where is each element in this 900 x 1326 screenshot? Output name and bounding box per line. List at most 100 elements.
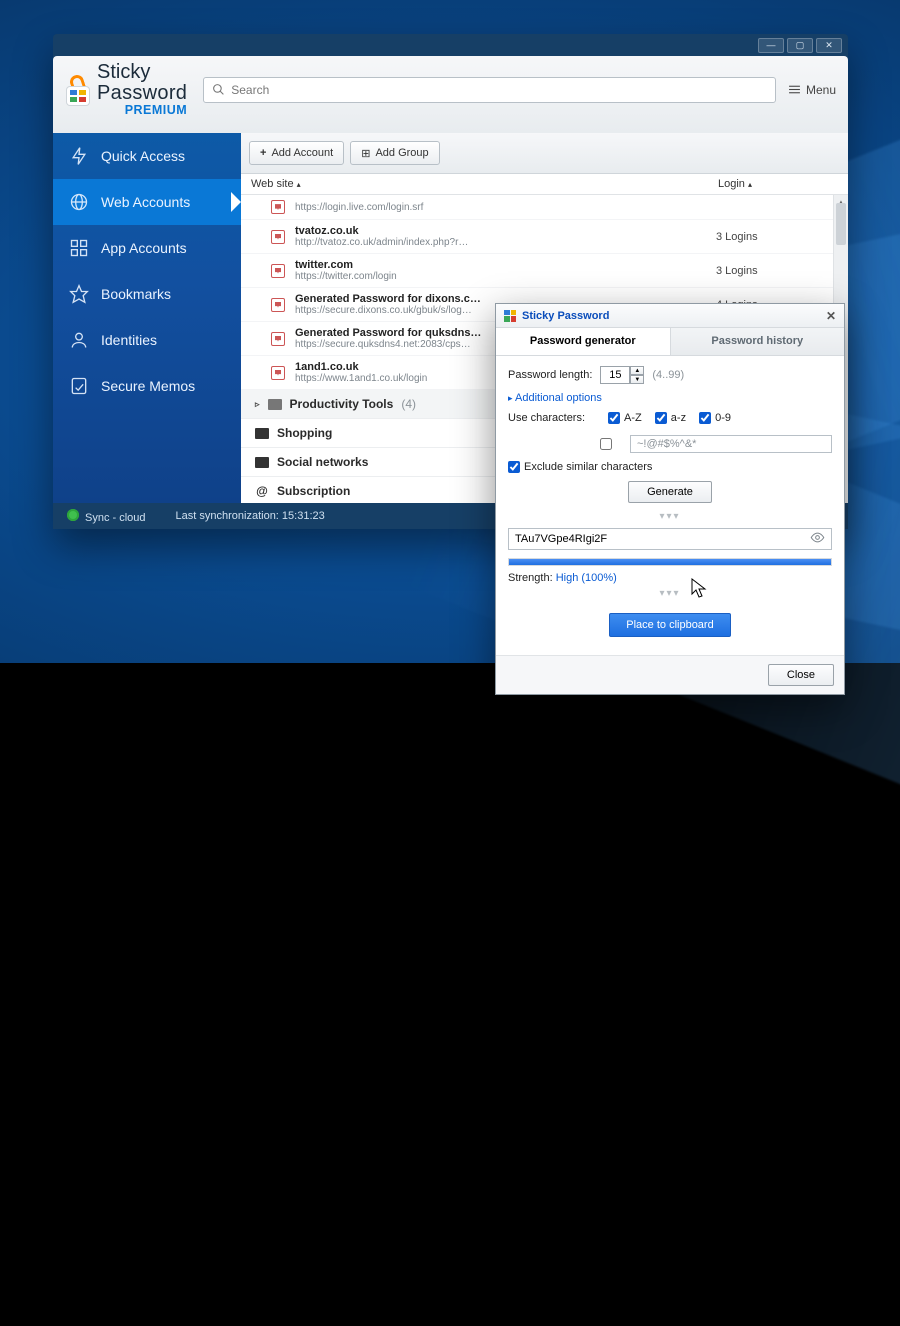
account-title: twitter.com: [295, 259, 706, 271]
divider-chevrons-icon: ▾▾▾: [508, 511, 832, 522]
checkbox-uppercase[interactable]: A-Z: [608, 412, 642, 424]
password-length-spinner[interactable]: ▲▼: [600, 366, 644, 384]
close-button[interactable]: Close: [768, 664, 834, 686]
column-website[interactable]: Web site ▴: [251, 178, 718, 190]
sidebar-item-label: Bookmarks: [101, 286, 171, 302]
add-group-button[interactable]: ⊞Add Group: [350, 141, 439, 165]
plus-icon: +: [260, 147, 266, 159]
account-row[interactable]: tvatoz.co.ukhttp://tvatoz.co.uk/admin/in…: [241, 220, 848, 254]
strength-text: Strength: High (100%): [508, 572, 832, 584]
sidebar-item-bookmarks[interactable]: Bookmarks: [53, 271, 241, 317]
eye-icon: [810, 530, 825, 545]
divider-chevrons-icon: ▾▾▾: [508, 588, 832, 599]
group-label: Shopping: [277, 426, 332, 440]
group-label: Social networks: [277, 455, 368, 469]
column-login[interactable]: Login ▴: [718, 178, 838, 190]
login-count: 3 Logins: [716, 265, 836, 277]
strength-meter: [508, 558, 832, 566]
at-icon: @: [255, 484, 269, 498]
sidebar-item-label: Web Accounts: [101, 194, 190, 210]
favicon: [271, 264, 285, 278]
list-header: Web site ▴ Login ▴: [241, 174, 848, 195]
account-url: https://twitter.com/login: [295, 271, 706, 282]
sidebar-item-label: Identities: [101, 332, 157, 348]
menu-label: Menu: [806, 83, 836, 97]
spin-down-button[interactable]: ▼: [630, 375, 644, 384]
globe-icon: [69, 192, 89, 212]
window-minimize-button[interactable]: —: [758, 38, 784, 53]
social-icon: [255, 457, 269, 468]
group-label: Productivity Tools: [290, 397, 394, 411]
sidebar-item-quick-access[interactable]: Quick Access: [53, 133, 241, 179]
place-to-clipboard-button[interactable]: Place to clipboard: [609, 613, 730, 637]
spin-up-button[interactable]: ▲: [630, 366, 644, 375]
sidebar: Quick Access Web Accounts App Accounts B…: [53, 133, 241, 503]
checkbox-exclude-similar[interactable]: Exclude similar characters: [508, 461, 652, 473]
favicon: [271, 230, 285, 244]
symbols-sample-input[interactable]: [630, 435, 832, 453]
sidebar-item-web-accounts[interactable]: Web Accounts: [53, 179, 241, 225]
password-generator-dialog: Sticky Password ✕ Password generator Pas…: [495, 303, 845, 695]
sync-status: Sync - cloud: [67, 509, 146, 524]
tab-password-generator[interactable]: Password generator: [496, 328, 670, 355]
sidebar-item-label: Quick Access: [101, 148, 185, 164]
account-title: tvatoz.co.uk: [295, 225, 706, 237]
password-length-label: Password length:: [508, 369, 592, 381]
menu-button[interactable]: Menu: [788, 83, 836, 97]
login-count: 3 Logins: [716, 231, 836, 243]
additional-options-toggle[interactable]: Additional options: [508, 392, 602, 404]
dialog-title: Sticky Password: [522, 310, 609, 322]
brand-premium-badge: PREMIUM: [97, 104, 187, 117]
star-icon: [69, 284, 89, 304]
chevron-right-icon: ▹: [255, 399, 260, 410]
search-placeholder: Search: [231, 83, 269, 97]
menu-icon: [788, 84, 801, 95]
sidebar-item-label: App Accounts: [101, 240, 187, 256]
search-input[interactable]: Search: [203, 77, 776, 103]
lock-icon: [67, 75, 89, 105]
checkbox-symbols[interactable]: [600, 438, 612, 450]
grid-icon: [69, 238, 89, 258]
dialog-close-button[interactable]: ✕: [826, 309, 836, 323]
scroll-thumb[interactable]: [836, 203, 846, 245]
tab-password-history[interactable]: Password history: [670, 328, 845, 355]
sidebar-item-app-accounts[interactable]: App Accounts: [53, 225, 241, 271]
favicon: [271, 200, 285, 214]
account-url: https://login.live.com/login.srf: [295, 202, 706, 213]
generate-button[interactable]: Generate: [628, 481, 712, 503]
favicon: [271, 332, 285, 346]
favicon: [271, 298, 285, 312]
account-row[interactable]: https://login.live.com/login.srf: [241, 195, 848, 220]
bolt-icon: [69, 146, 89, 166]
sync-indicator-icon: [67, 509, 79, 521]
app-icon: [504, 310, 516, 322]
password-length-hint: (4..99): [652, 369, 684, 381]
reveal-password-button[interactable]: [810, 530, 825, 548]
account-url: http://tvatoz.co.uk/admin/index.php?r…: [295, 237, 706, 248]
folder-icon: [268, 399, 282, 410]
window-titlebar: — ▢ ✕: [53, 34, 848, 56]
window-maximize-button[interactable]: ▢: [787, 38, 813, 53]
dialog-titlebar: Sticky Password ✕: [496, 304, 844, 328]
brand-line1: Sticky: [97, 62, 187, 83]
content-toolbar: +Add Account ⊞Add Group: [241, 133, 848, 174]
shopping-icon: [255, 428, 269, 439]
password-length-input[interactable]: [600, 366, 630, 384]
sidebar-item-identities[interactable]: Identities: [53, 317, 241, 363]
brand-logo: Sticky Password PREMIUM: [67, 62, 187, 117]
window-close-button[interactable]: ✕: [816, 38, 842, 53]
sidebar-item-label: Secure Memos: [101, 378, 195, 394]
account-row[interactable]: twitter.comhttps://twitter.com/login 3 Lo…: [241, 254, 848, 288]
favicon: [271, 366, 285, 380]
grid4-icon: ⊞: [361, 147, 370, 160]
person-icon: [69, 330, 89, 350]
use-characters-label: Use characters:: [508, 412, 600, 424]
checkbox-lowercase[interactable]: a-z: [655, 412, 686, 424]
generated-password-field[interactable]: [515, 533, 810, 545]
group-label: Subscription: [277, 484, 350, 498]
brand-line2: Password: [97, 83, 187, 104]
sidebar-item-secure-memos[interactable]: Secure Memos: [53, 363, 241, 409]
checkbox-digits[interactable]: 0-9: [699, 412, 731, 424]
search-icon: [212, 83, 225, 96]
add-account-button[interactable]: +Add Account: [249, 141, 344, 165]
